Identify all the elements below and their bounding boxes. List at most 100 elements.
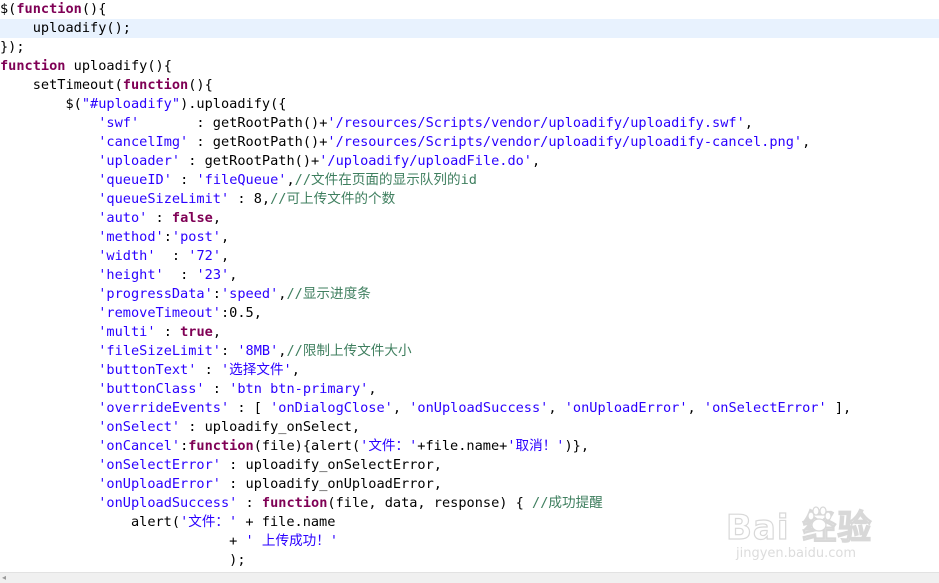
code-text: :	[237, 495, 262, 511]
code-line[interactable]: 'removeTimeout':0.5,	[0, 304, 939, 323]
code-string: 'buttonText'	[98, 362, 197, 378]
code-line[interactable]: 'auto' : false,	[0, 209, 939, 228]
code-text: ,	[548, 400, 565, 416]
code-line[interactable]: 'onSelectError' : uploadify_onSelectErro…	[0, 456, 939, 475]
code-text: +file.name+	[417, 438, 508, 454]
code-string: 'fileSizeLimit'	[98, 343, 221, 359]
code-text: : 8,	[229, 191, 271, 207]
code-line[interactable]: 'height' : '23',	[0, 266, 939, 285]
code-text: :	[163, 229, 172, 245]
code-line[interactable]: uploadify();	[0, 19, 939, 38]
code-text: ,	[802, 134, 811, 150]
code-line[interactable]: 'width' : '72',	[0, 247, 939, 266]
code-text: :	[163, 267, 197, 283]
code-string: 'queueID'	[98, 172, 172, 188]
code-keyword: function	[122, 77, 189, 93]
code-text: :	[196, 362, 221, 378]
code-text: ,	[392, 400, 410, 416]
code-text: ).uploadify({	[180, 96, 287, 112]
code-text: ],	[826, 400, 852, 416]
code-line[interactable]: function uploadify(){	[0, 57, 939, 76]
code-line[interactable]: 'method':'post',	[0, 228, 939, 247]
code-text: (){	[81, 1, 107, 17]
code-text: );	[0, 552, 246, 568]
code-line[interactable]: 'multi' : true,	[0, 323, 939, 342]
code-keyword: false	[171, 210, 213, 226]
code-text: :	[147, 210, 172, 226]
code-text: : uploadify_onUploadError,	[220, 476, 442, 492]
code-line[interactable]: 'fileSizeLimit': '8MB',//限制上传文件大小	[0, 342, 939, 361]
code-text: ,	[291, 362, 300, 378]
code-text: ,	[744, 115, 753, 131]
code-text: : [	[229, 400, 271, 416]
scroll-left-arrow-icon[interactable]: ◂	[2, 573, 6, 583]
paw-icon	[807, 506, 832, 532]
code-string: '/uploadify/uploadFile.do'	[319, 153, 532, 169]
code-comment: //文件在页面的显示队列的id	[294, 172, 477, 188]
code-comment: //可上传文件的个数	[270, 191, 396, 207]
code-text: )},	[564, 438, 590, 454]
code-string: 'method'	[98, 229, 164, 245]
code-comment: //显示进度条	[286, 286, 371, 302]
code-text: uploadify();	[0, 20, 131, 36]
code-string: '72'	[188, 248, 222, 264]
baidu-jingyan-watermark: Bai 经验 jingyen.baidu.com	[722, 500, 932, 572]
code-string: 'swf'	[98, 115, 140, 131]
code-line[interactable]: 'onUploadError' : uploadify_onUploadErro…	[0, 475, 939, 494]
code-text: ,	[212, 324, 222, 340]
code-line[interactable]: 'buttonClass' : 'btn btn-primary',	[0, 380, 939, 399]
code-string: '文件：'	[360, 438, 418, 454]
code-line[interactable]: $("#uploadify").uploadify({	[0, 95, 939, 114]
code-text: :	[155, 324, 181, 340]
code-string: 'onDialogClose'	[270, 400, 393, 416]
code-line[interactable]: $(function(){	[0, 0, 939, 19]
code-string: 'onCancel'	[98, 438, 181, 454]
code-string: 'btn btn-primary'	[229, 381, 369, 397]
code-line[interactable]: 'onCancel':function(file){alert('文件：'+fi…	[0, 437, 939, 456]
code-text: uploadify(){	[65, 58, 172, 74]
code-line[interactable]: 'overrideEvents' : [ 'onDialogClose', 'o…	[0, 399, 939, 418]
code-string: "#uploadify"	[81, 96, 181, 112]
code-keyword: function	[188, 438, 254, 454]
code-string: '8MB'	[237, 343, 279, 359]
code-text: + file.name	[237, 514, 336, 530]
horizontal-scrollbar[interactable]: ◂	[0, 572, 939, 583]
code-text: });	[0, 39, 25, 55]
code-line[interactable]: 'queueID' : 'fileQueue',//文件在页面的显示队列的id	[0, 171, 939, 190]
code-text: alert(	[0, 514, 181, 530]
code-line[interactable]: 'uploader' : getRootPath()+'/uploadify/u…	[0, 152, 939, 171]
code-text: ,	[229, 267, 238, 283]
code-text: ,	[212, 210, 221, 226]
code-string: 'onSelect'	[98, 419, 181, 435]
code-line[interactable]: 'progressData':'speed',//显示进度条	[0, 285, 939, 304]
code-string: 'buttonClass'	[98, 381, 205, 397]
code-string: '/resources/Scripts/vendor/uploadify/upl…	[327, 134, 803, 150]
code-text: ,	[687, 400, 704, 416]
code-line[interactable]: 'buttonText' : '选择文件',	[0, 361, 939, 380]
code-string: 'onUploadError'	[98, 476, 221, 492]
code-line[interactable]: 'cancelImg' : getRootPath()+'/resources/…	[0, 133, 939, 152]
code-line[interactable]: });	[0, 38, 939, 57]
code-line[interactable]: 'queueSizeLimit' : 8,//可上传文件的个数	[0, 190, 939, 209]
code-line[interactable]: setTimeout(function(){	[0, 76, 939, 95]
code-string: '选择文件'	[221, 362, 292, 378]
code-text: ,	[221, 229, 230, 245]
watermark-url: jingyen.baidu.com	[736, 546, 856, 561]
code-line[interactable]: 'onSelect' : uploadify_onSelect,	[0, 418, 939, 437]
code-string: 'height'	[98, 267, 164, 283]
code-line[interactable]: 'swf' : getRootPath()+'/resources/Script…	[0, 114, 939, 133]
code-text: : uploadify_onSelectError,	[220, 457, 442, 473]
code-editor[interactable]: $(function(){ uploadify();}); function up…	[0, 0, 939, 572]
